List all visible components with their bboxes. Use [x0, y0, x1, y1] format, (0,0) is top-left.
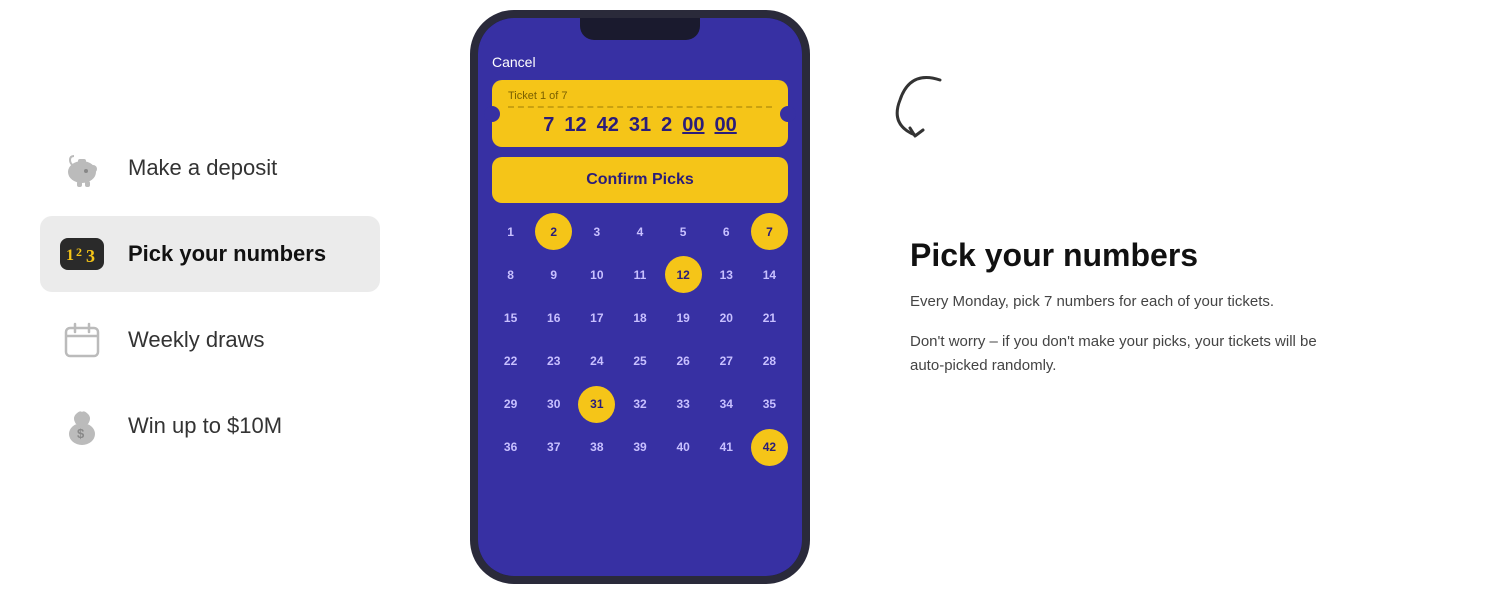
- svg-text:1: 1: [66, 247, 74, 264]
- num-cell-20[interactable]: 20: [708, 299, 745, 336]
- info-body: Every Monday, pick 7 numbers for each of…: [910, 290, 1330, 378]
- info-title: Pick your numbers: [910, 237, 1458, 274]
- num-cell-11[interactable]: 11: [621, 256, 658, 293]
- sidebar-item-win-label: Win up to $10M: [128, 413, 282, 439]
- piggy-bank-icon: [56, 142, 108, 194]
- svg-text:3: 3: [86, 246, 95, 266]
- num-cell-27[interactable]: 27: [708, 342, 745, 379]
- num-cell-17[interactable]: 17: [578, 299, 615, 336]
- sidebar-item-weekly-draws[interactable]: Weekly draws: [40, 302, 380, 378]
- num-cell-32[interactable]: 32: [621, 386, 658, 423]
- sidebar-item-win[interactable]: $ Win up to $10M: [40, 388, 380, 464]
- num-cell-6[interactable]: 6: [708, 213, 745, 250]
- numbers-icon: 1 2 3: [56, 228, 108, 280]
- money-bag-icon: $: [56, 400, 108, 452]
- ticket-num-2: 12: [564, 114, 586, 137]
- num-cell-42[interactable]: 42: [751, 429, 788, 466]
- num-cell-3[interactable]: 3: [578, 213, 615, 250]
- ticket-num-3: 42: [597, 114, 619, 137]
- info-paragraph-2: Don't worry – if you don't make your pic…: [910, 330, 1330, 378]
- svg-text:2: 2: [76, 245, 82, 259]
- num-cell-33[interactable]: 33: [665, 386, 702, 423]
- phone-screen: Cancel Ticket 1 of 7 7 12 42 31 2 00 00 …: [478, 18, 802, 576]
- num-cell-41[interactable]: 41: [708, 429, 745, 466]
- num-cell-34[interactable]: 34: [708, 386, 745, 423]
- num-cell-36[interactable]: 36: [492, 429, 529, 466]
- sidebar-item-pick-numbers[interactable]: 1 2 3 Pick your numbers: [40, 216, 380, 292]
- info-section: Pick your numbers Every Monday, pick 7 n…: [860, 0, 1508, 594]
- sidebar-item-deposit-label: Make a deposit: [128, 155, 277, 181]
- ticket-notch-left: [484, 106, 500, 122]
- num-cell-5[interactable]: 5: [665, 213, 702, 250]
- sidebar-item-pick-numbers-label: Pick your numbers: [128, 241, 326, 267]
- num-cell-22[interactable]: 22: [492, 342, 529, 379]
- num-cell-35[interactable]: 35: [751, 386, 788, 423]
- num-cell-40[interactable]: 40: [665, 429, 702, 466]
- num-cell-4[interactable]: 4: [621, 213, 658, 250]
- arrow-decoration: [870, 60, 960, 150]
- num-cell-30[interactable]: 30: [535, 386, 572, 423]
- ticket-num-placeholder-2: 00: [715, 114, 737, 137]
- phone-device: Cancel Ticket 1 of 7 7 12 42 31 2 00 00 …: [470, 10, 810, 584]
- phone-notch: [580, 18, 700, 40]
- ticket: Ticket 1 of 7 7 12 42 31 2 00 00: [492, 80, 788, 147]
- num-cell-29[interactable]: 29: [492, 386, 529, 423]
- num-cell-18[interactable]: 18: [621, 299, 658, 336]
- ticket-numbers: 7 12 42 31 2 00 00: [508, 114, 772, 137]
- ticket-notch-right: [780, 106, 796, 122]
- num-cell-2[interactable]: 2: [535, 213, 572, 250]
- num-cell-39[interactable]: 39: [621, 429, 658, 466]
- ticket-divider: [508, 106, 772, 108]
- number-grid: 1234567891011121314151617181920212223242…: [492, 213, 788, 466]
- info-paragraph-1: Every Monday, pick 7 numbers for each of…: [910, 290, 1330, 314]
- num-cell-19[interactable]: 19: [665, 299, 702, 336]
- num-cell-23[interactable]: 23: [535, 342, 572, 379]
- num-cell-16[interactable]: 16: [535, 299, 572, 336]
- num-cell-21[interactable]: 21: [751, 299, 788, 336]
- num-cell-28[interactable]: 28: [751, 342, 788, 379]
- sidebar-item-deposit[interactable]: Make a deposit: [40, 130, 380, 206]
- num-cell-9[interactable]: 9: [535, 256, 572, 293]
- num-cell-15[interactable]: 15: [492, 299, 529, 336]
- num-cell-25[interactable]: 25: [621, 342, 658, 379]
- ticket-num-4: 31: [629, 114, 651, 137]
- sidebar-item-weekly-draws-label: Weekly draws: [128, 327, 265, 353]
- num-cell-37[interactable]: 37: [535, 429, 572, 466]
- num-cell-13[interactable]: 13: [708, 256, 745, 293]
- num-cell-12[interactable]: 12: [665, 256, 702, 293]
- num-cell-38[interactable]: 38: [578, 429, 615, 466]
- num-cell-14[interactable]: 14: [751, 256, 788, 293]
- num-cell-7[interactable]: 7: [751, 213, 788, 250]
- confirm-picks-button[interactable]: Confirm Picks: [492, 157, 788, 203]
- ticket-num-placeholder-1: 00: [682, 114, 704, 137]
- num-cell-24[interactable]: 24: [578, 342, 615, 379]
- num-cell-8[interactable]: 8: [492, 256, 529, 293]
- cancel-button[interactable]: Cancel: [492, 54, 788, 70]
- ticket-num-5: 2: [661, 114, 672, 137]
- num-cell-31[interactable]: 31: [578, 386, 615, 423]
- num-cell-1[interactable]: 1: [492, 213, 529, 250]
- sidebar: Make a deposit 1 2 3 Pick your numbers W…: [0, 0, 420, 594]
- num-cell-10[interactable]: 10: [578, 256, 615, 293]
- calendar-icon: [56, 314, 108, 366]
- num-cell-26[interactable]: 26: [665, 342, 702, 379]
- ticket-label: Ticket 1 of 7: [508, 90, 772, 102]
- svg-text:$: $: [77, 426, 85, 441]
- phone-section: Cancel Ticket 1 of 7 7 12 42 31 2 00 00 …: [420, 0, 860, 594]
- ticket-num-1: 7: [543, 114, 554, 137]
